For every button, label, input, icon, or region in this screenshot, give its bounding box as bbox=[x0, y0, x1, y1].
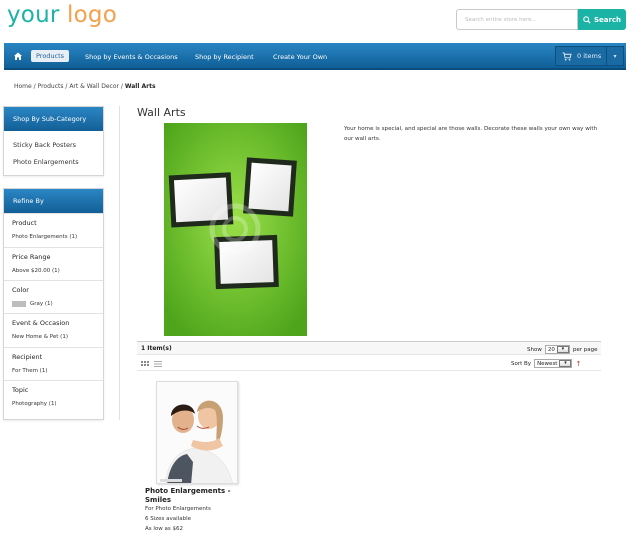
cart-dropdown-button[interactable]: ▾ bbox=[607, 46, 624, 66]
per-page-label: per page bbox=[572, 346, 598, 353]
grid-view-icon[interactable] bbox=[141, 361, 149, 367]
logo-text-part1: your bbox=[7, 2, 68, 28]
cart-button[interactable]: 0 items bbox=[555, 46, 607, 66]
filter-title: Event & Occasion bbox=[12, 319, 70, 327]
nav-item-products[interactable]: Products bbox=[31, 50, 70, 62]
chevron-down-icon: ▾ bbox=[559, 360, 572, 367]
search-bar: Search bbox=[456, 9, 626, 30]
filter-price-range: Price Range Above $20.00 (1) bbox=[4, 247, 103, 280]
subcategory-link-sticky-back-posters[interactable]: Sticky Back Posters bbox=[13, 141, 76, 149]
chevron-down-icon: ▾ bbox=[556, 346, 569, 353]
sort-value: Newest bbox=[537, 360, 558, 367]
product-image[interactable] bbox=[156, 381, 238, 484]
filter-topic: Topic Photography (1) bbox=[4, 380, 103, 419]
filter-option[interactable]: New Home & Pet (1) bbox=[12, 334, 68, 340]
sort-select[interactable]: Newest ▾ bbox=[534, 359, 573, 368]
filter-title: Price Range bbox=[12, 253, 51, 261]
breadcrumb-products[interactable]: Products bbox=[38, 83, 64, 90]
filter-title: Color bbox=[12, 286, 29, 294]
sort-direction-icon[interactable]: ↑ bbox=[575, 360, 581, 368]
cart-count: 0 items bbox=[577, 52, 602, 60]
filter-title: Topic bbox=[12, 386, 29, 394]
home-icon[interactable] bbox=[13, 51, 23, 61]
search-icon bbox=[583, 15, 591, 24]
category-hero-image bbox=[164, 123, 307, 336]
filter-option[interactable]: Photography (1) bbox=[12, 401, 57, 407]
page-size-control: Show 20 ▾ per page bbox=[527, 345, 597, 354]
subcategory-title: Shop By Sub-Category bbox=[4, 107, 103, 131]
product-price: As low as $62 bbox=[145, 526, 183, 532]
filter-product: Product Photo Enlargements (1) bbox=[4, 213, 103, 247]
search-input[interactable] bbox=[456, 9, 578, 30]
cart-icon bbox=[562, 51, 572, 61]
filter-color: Color Gray (1) bbox=[4, 280, 103, 313]
product-sizes: 6 Sizes available bbox=[145, 516, 191, 522]
breadcrumb: Home / Products / Art & Wall Decor / Wal… bbox=[14, 83, 156, 90]
filter-option[interactable]: Above $20.00 (1) bbox=[12, 268, 60, 274]
column-divider bbox=[119, 106, 120, 420]
refine-title: Refine By bbox=[4, 189, 103, 213]
show-label: Show bbox=[527, 346, 542, 353]
product-name[interactable]: Photo Enlargements - Smiles bbox=[145, 487, 245, 505]
category-description: Your home is special, and special are th… bbox=[344, 126, 598, 142]
logo-text-part2: logo bbox=[67, 2, 117, 28]
list-view-icon[interactable] bbox=[154, 361, 162, 367]
nav-item-create-your-own[interactable]: Create Your Own bbox=[273, 51, 327, 63]
view-mode-toggle bbox=[141, 361, 162, 367]
page-title: Wall Arts bbox=[137, 106, 186, 119]
product-category: For Photo Enlargements bbox=[145, 506, 211, 512]
filter-title: Product bbox=[12, 219, 37, 227]
subcategory-link-photo-enlargements[interactable]: Photo Enlargements bbox=[13, 158, 79, 166]
logo[interactable]: your logo bbox=[7, 2, 117, 28]
page-size-value: 20 bbox=[547, 346, 555, 353]
nav-item-recipient[interactable]: Shop by Recipient bbox=[195, 51, 254, 63]
item-count: 1 Item(s) bbox=[141, 345, 172, 352]
nav-item-events-occasions[interactable]: Shop by Events & Occasions bbox=[85, 51, 178, 63]
filter-recipient: Recipient For Them (1) bbox=[4, 347, 103, 380]
subcategory-panel: Shop By Sub-Category Sticky Back Posters… bbox=[3, 106, 104, 176]
filter-option[interactable]: For Them (1) bbox=[12, 368, 47, 374]
main-nav: Products Shop by Events & Occasions Shop… bbox=[4, 43, 626, 70]
toolbar-bottom: Sort By Newest ▾ ↑ bbox=[137, 357, 601, 371]
search-button-label: Search bbox=[593, 15, 622, 24]
filter-title: Recipient bbox=[12, 353, 43, 361]
chevron-down-icon: ▾ bbox=[613, 52, 617, 60]
page-size-select[interactable]: 20 ▾ bbox=[544, 345, 570, 354]
filter-event-occasion: Event & Occasion New Home & Pet (1) bbox=[4, 313, 103, 347]
filter-option[interactable]: Photo Enlargements (1) bbox=[12, 234, 77, 240]
sort-label: Sort By bbox=[511, 360, 532, 367]
breadcrumb-art-wall-decor[interactable]: Art & Wall Decor bbox=[69, 83, 119, 90]
breadcrumb-home[interactable]: Home bbox=[14, 83, 32, 90]
refine-panel: Refine By Product Photo Enlargements (1)… bbox=[3, 188, 104, 420]
filter-option-label: Gray (1) bbox=[30, 301, 53, 307]
breadcrumb-current: Wall Arts bbox=[124, 83, 156, 90]
toolbar-top: 1 Item(s) Show 20 ▾ per page bbox=[137, 341, 601, 355]
filter-option-gray[interactable]: Gray (1) bbox=[12, 301, 53, 307]
color-swatch bbox=[12, 301, 26, 307]
sort-control: Sort By Newest ▾ ↑ bbox=[511, 359, 581, 368]
search-button[interactable]: Search bbox=[578, 9, 626, 30]
